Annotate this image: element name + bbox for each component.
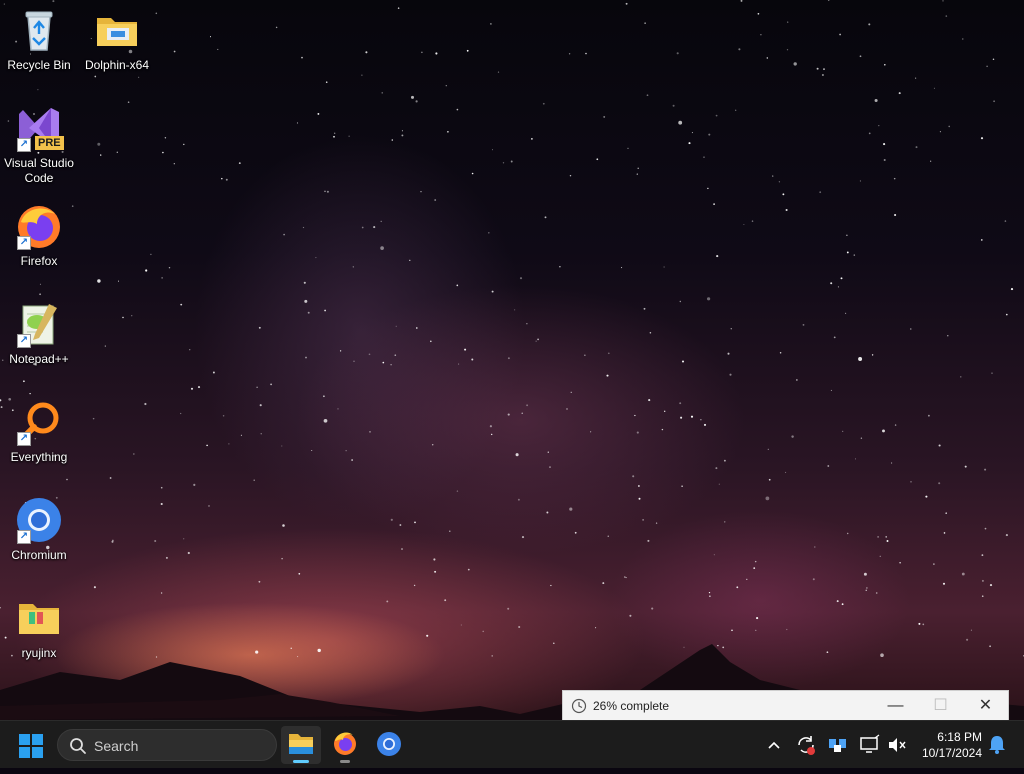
desktop-icon-firefox[interactable]: ↗ Firefox <box>0 202 78 269</box>
shortcut-arrow-icon: ↗ <box>17 138 31 152</box>
taskbar: Search 6:18 PM 10/17/2024 <box>0 720 1024 768</box>
shortcut-arrow-icon: ↗ <box>17 530 31 544</box>
network-share-icon <box>829 739 846 752</box>
chromium-icon: ↗ <box>15 496 63 544</box>
minimize-button[interactable]: — <box>873 691 918 721</box>
taskbar-search-box[interactable]: Search <box>57 729 277 761</box>
shortcut-arrow-icon: ↗ <box>17 236 31 250</box>
clock-date: 10/17/2024 <box>921 746 982 760</box>
sync-icon <box>798 736 815 755</box>
tray-volume-muted[interactable] <box>886 721 908 769</box>
chevron-up-icon <box>768 741 780 749</box>
desktop-icon-label: Dolphin-x64 <box>84 58 150 72</box>
clock-time: 6:18 PM <box>937 730 982 744</box>
desktop-icon-label: Firefox <box>20 254 58 268</box>
progress-text: 26% complete <box>593 699 670 713</box>
taskbar-firefox[interactable] <box>325 726 365 764</box>
maximize-button[interactable]: ☐ <box>918 691 963 721</box>
close-button[interactable]: ✕ <box>963 691 1008 721</box>
firefox-icon: ↗ <box>15 202 63 250</box>
tray-overflow-chevron[interactable] <box>764 721 784 769</box>
desktop-icon-chromium[interactable]: ↗ Chromium <box>0 496 78 563</box>
visual-studio-code-icon: PRE ↗ <box>15 104 64 152</box>
desktop-wallpaper <box>0 0 1024 720</box>
windows-logo-icon <box>19 734 43 758</box>
desktop-icon-label: ryujinx <box>21 646 57 660</box>
chromium-icon <box>377 732 401 756</box>
taskbar-chromium[interactable] <box>369 726 409 764</box>
running-indicator <box>340 760 350 763</box>
tray-sync[interactable] <box>794 721 818 769</box>
file-explorer-icon <box>289 734 313 754</box>
desktop-icon-label: Notepad++ <box>9 352 69 366</box>
desktop-icon-everything[interactable]: ↗ Everything <box>0 398 78 465</box>
progress-window[interactable]: 26% complete — ☐ ✕ <box>562 690 1009 720</box>
desktop-icon-vscode[interactable]: PRE ↗ Visual Studio Code <box>0 104 78 186</box>
everything-search-icon: ↗ <box>15 398 63 446</box>
mountain-silhouette <box>0 644 1024 720</box>
desktop-icon-label: Everything <box>10 450 68 464</box>
tray-notifications[interactable] <box>986 721 1008 769</box>
desktop-icon-notepadpp[interactable]: ↗ Notepad++ <box>0 300 78 367</box>
tray-clock[interactable]: 6:18 PM 10/17/2024 <box>912 729 982 761</box>
shortcut-arrow-icon: ↗ <box>17 432 31 446</box>
desktop-icon-label: Visual Studio Code <box>4 156 74 185</box>
folder-icon <box>93 6 141 54</box>
notepad-plus-plus-icon: ↗ <box>15 300 63 348</box>
folder-icon <box>15 594 63 642</box>
desktop-icon-recycle-bin[interactable]: Recycle Bin <box>0 6 78 73</box>
shortcut-arrow-icon: ↗ <box>17 334 31 348</box>
search-icon <box>69 737 87 755</box>
firefox-icon <box>334 732 356 755</box>
desktop-icon-dolphin[interactable]: Dolphin-x64 <box>78 6 156 73</box>
bell-icon <box>989 736 1005 754</box>
display-icon <box>860 734 880 753</box>
search-placeholder: Search <box>94 738 139 754</box>
volume-muted-icon <box>889 738 906 752</box>
running-indicator <box>293 760 309 763</box>
desktop-icon-label: Recycle Bin <box>7 58 71 72</box>
tray-network-share[interactable] <box>826 721 850 769</box>
recycle-bin-icon <box>15 6 63 54</box>
desktop-icon-label: Chromium <box>11 548 67 562</box>
desktop-icon-ryujinx[interactable]: ryujinx <box>0 594 78 661</box>
clock-icon <box>571 698 587 714</box>
pre-badge: PRE <box>35 136 64 150</box>
taskbar-file-explorer[interactable] <box>281 726 321 764</box>
start-button[interactable] <box>18 733 44 759</box>
tray-display[interactable] <box>858 721 882 769</box>
